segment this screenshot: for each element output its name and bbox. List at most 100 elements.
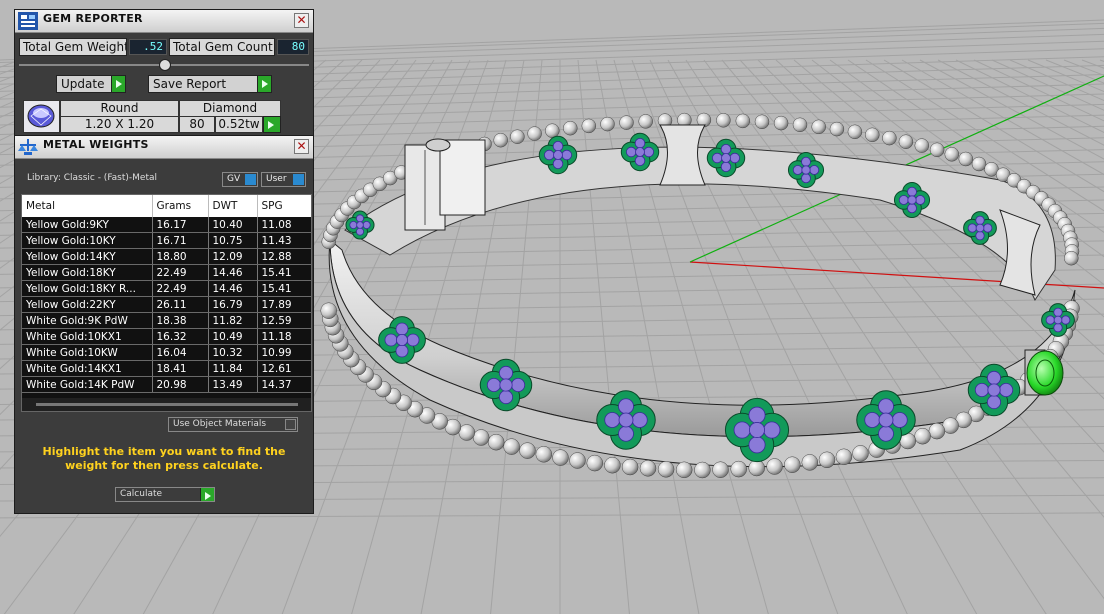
metal-bead <box>852 445 869 462</box>
metal-weights-titlebar[interactable]: METAL WEIGHTS ✕ <box>15 136 313 159</box>
scrollbar-thumb[interactable] <box>36 403 298 406</box>
update-button[interactable]: Update <box>56 75 126 93</box>
horizontal-scrollbar[interactable] <box>22 398 311 411</box>
table-row[interactable]: White Gold:14KX1 18.41 11.84 12.61 <box>22 360 311 377</box>
metal-bead <box>735 113 751 129</box>
cell-spg: 11.18 <box>257 328 311 345</box>
column-header-grams[interactable]: Grams <box>152 195 209 217</box>
metal-bead <box>847 124 863 140</box>
cell-grams: 16.71 <box>152 232 209 249</box>
metal-bead <box>586 454 604 472</box>
metal-bead <box>773 115 789 131</box>
metal-weights-table-container[interactable]: Metal Grams DWT SPG Yellow Gold:9KY 16.17… <box>21 194 312 412</box>
cell-metal: Yellow Gold:14KY <box>22 248 153 265</box>
metal-bead <box>748 459 765 477</box>
gv-button[interactable]: GV <box>222 172 258 187</box>
gv-indicator-icon <box>245 174 256 185</box>
cell-grams: 22.49 <box>152 264 209 281</box>
table-row[interactable]: Yellow Gold:9KY 16.17 10.40 11.08 <box>22 217 311 233</box>
total-gem-count-label: Total Gem Count <box>169 38 275 56</box>
metal-bead <box>657 461 675 478</box>
cell-metal: Yellow Gold:18KY <box>22 264 153 281</box>
metal-bead <box>882 130 897 146</box>
instruction-text: Highlight the item you want to find the … <box>42 445 286 472</box>
metal-bead <box>928 422 946 440</box>
total-gem-count-value: 80 <box>277 39 309 55</box>
round-diamond-gem-icon <box>23 100 60 133</box>
gem-shape: Round <box>60 100 179 117</box>
gem-list-row[interactable]: Round Diamond 1.20 X 1.20 80 0.52tw <box>23 100 281 133</box>
metal-bead <box>600 116 615 132</box>
metal-bead <box>712 461 729 478</box>
play-arrow-icon <box>257 76 271 92</box>
metal-bead <box>914 427 931 445</box>
cell-metal: White Gold:9K PdW <box>22 312 153 329</box>
cell-grams: 18.38 <box>152 312 209 329</box>
total-gem-weight-value: .52 <box>129 39 167 55</box>
column-header-dwt[interactable]: DWT <box>208 195 258 217</box>
use-object-materials-toggle[interactable]: Use Object Materials <box>168 417 298 432</box>
cell-dwt: 10.32 <box>208 344 258 361</box>
cell-spg: 10.99 <box>257 344 311 361</box>
gem-reporter-titlebar[interactable]: GEM REPORTER ✕ <box>15 10 313 33</box>
gem-type: Diamond <box>179 100 281 117</box>
gem-reporter-panel: GEM REPORTER ✕ Total Gem Weight .52 Tota… <box>14 9 314 137</box>
play-arrow-icon <box>264 117 280 132</box>
metal-bead <box>898 134 914 149</box>
slider-handle-icon[interactable] <box>159 59 171 71</box>
cell-metal: White Gold:10KX1 <box>22 328 153 345</box>
cell-metal: White Gold:14KX1 <box>22 360 153 377</box>
metal-weights-title: METAL WEIGHTS <box>43 138 149 151</box>
cell-dwt: 13.49 <box>208 376 258 393</box>
table-row[interactable]: Yellow Gold:18KY 22.49 14.46 15.41 <box>22 264 311 281</box>
metal-bead <box>694 461 711 479</box>
metal-bead <box>545 123 560 138</box>
cell-grams: 16.32 <box>152 328 209 345</box>
cell-spg: 12.88 <box>257 248 311 265</box>
metal-weights-icon <box>18 139 38 155</box>
save-report-button[interactable]: Save Report <box>148 75 272 93</box>
metal-weights-table: Metal Grams DWT SPG Yellow Gold:9KY 16.17… <box>22 195 311 393</box>
table-row[interactable]: Yellow Gold:10KY 16.71 10.75 11.43 <box>22 232 311 249</box>
calculate-button[interactable]: Calculate <box>115 487 215 502</box>
gem-count: 80 <box>179 116 215 133</box>
table-row[interactable]: Yellow Gold:18KY R... 22.49 14.46 15.41 <box>22 280 311 297</box>
metal-bead <box>581 118 597 134</box>
metal-bead <box>535 446 553 463</box>
column-header-spg[interactable]: SPG <box>257 195 311 217</box>
cell-spg: 11.43 <box>257 232 311 249</box>
metal-bead <box>958 151 974 167</box>
close-icon[interactable]: ✕ <box>294 139 309 154</box>
metal-bead <box>835 448 853 466</box>
metal-bead <box>1064 250 1079 266</box>
metal-bead <box>829 121 845 137</box>
gem-reporter-icon <box>18 12 38 30</box>
cell-grams: 20.98 <box>152 376 209 393</box>
metal-bead <box>792 117 808 133</box>
metal-bead <box>569 452 586 469</box>
save-report-button-label: Save Report <box>153 77 227 91</box>
metal-bead <box>604 456 621 474</box>
update-button-label: Update <box>61 77 105 91</box>
table-row[interactable]: Yellow Gold:22KY 26.11 16.79 17.89 <box>22 296 311 313</box>
table-row[interactable]: White Gold:9K PdW 18.38 11.82 12.59 <box>22 312 311 329</box>
column-header-metal[interactable]: Metal <box>22 195 153 217</box>
user-button[interactable]: User <box>261 172 306 187</box>
cell-dwt: 14.46 <box>208 264 258 281</box>
close-icon[interactable]: ✕ <box>294 13 309 28</box>
table-row[interactable]: Yellow Gold:14KY 18.80 12.09 12.88 <box>22 248 311 265</box>
table-row[interactable]: White Gold:10KX1 16.32 10.49 11.18 <box>22 328 311 345</box>
gem-reporter-title: GEM REPORTER <box>43 12 143 25</box>
cell-dwt: 14.46 <box>208 280 258 297</box>
cell-grams: 18.41 <box>152 360 209 377</box>
metal-bead <box>527 126 542 141</box>
table-row[interactable]: White Gold:14K PdW 20.98 13.49 14.37 <box>22 376 311 393</box>
cell-metal: Yellow Gold:22KY <box>22 296 153 313</box>
metal-weights-panel: METAL WEIGHTS ✕ Library: Classic - (Fast… <box>14 135 314 514</box>
cell-dwt: 11.84 <box>208 360 258 377</box>
gem-row-go-button[interactable] <box>263 116 281 133</box>
green-clasp <box>1024 349 1064 396</box>
metal-bead <box>944 147 960 162</box>
metal-bead <box>510 129 525 144</box>
table-row[interactable]: White Gold:10KW 16.04 10.32 10.99 <box>22 344 311 361</box>
